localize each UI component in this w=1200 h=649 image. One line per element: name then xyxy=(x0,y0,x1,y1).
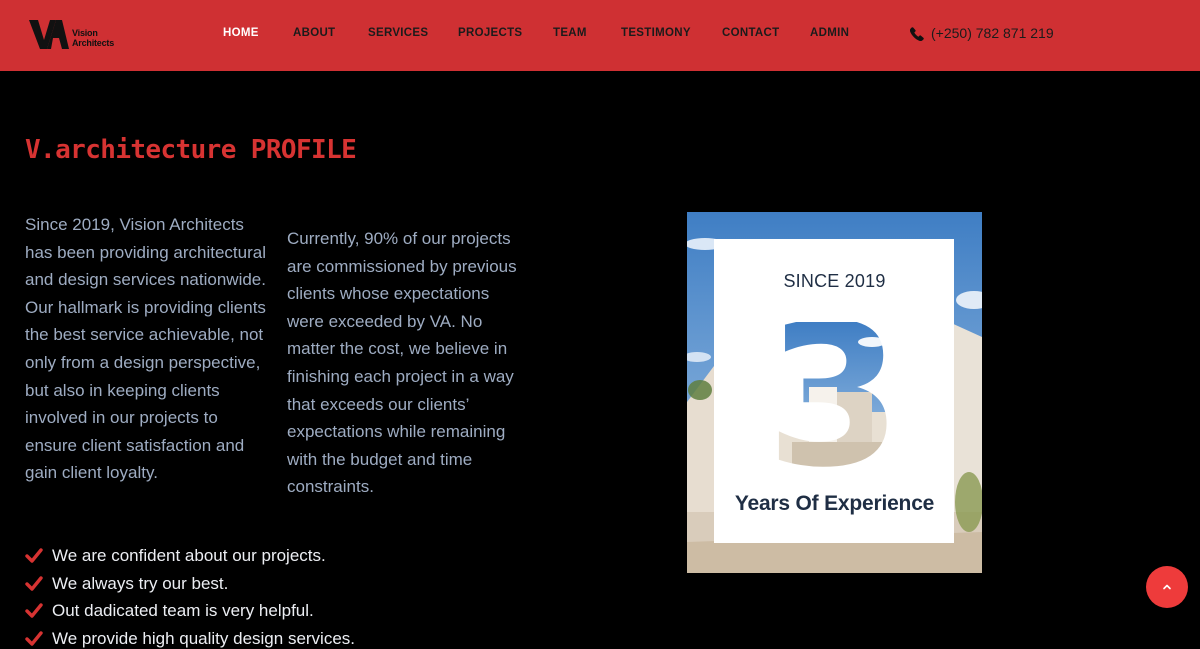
checklist-text: Out dadicated team is very helpful. xyxy=(52,601,314,621)
scroll-to-top-button[interactable] xyxy=(1146,566,1188,608)
check-icon xyxy=(25,631,43,646)
brand-name: Vision Architects xyxy=(72,28,114,48)
nav-item-projects[interactable]: PROJECTS xyxy=(458,27,522,39)
brand-line-1: Vision xyxy=(72,28,98,38)
nav-item-admin[interactable]: ADMIN xyxy=(810,27,849,39)
nav-item-contact[interactable]: CONTACT xyxy=(722,27,779,39)
va-logo-mark-icon xyxy=(29,20,69,49)
experience-card: 3 SINCE 2019 Years Of Experience xyxy=(687,212,982,573)
phone-number: (+250) 782 871 219 xyxy=(931,25,1054,41)
checklist-item: We are confident about our projects. xyxy=(25,542,355,570)
brand-logo[interactable]: Vision Architects xyxy=(29,18,129,54)
check-icon xyxy=(25,548,43,563)
nav-item-home[interactable]: HOME xyxy=(223,27,259,39)
building-photo: 3 xyxy=(687,212,982,573)
checklist-text: We are confident about our projects. xyxy=(52,546,326,565)
checklist-text: We provide high quality design services. xyxy=(52,628,356,648)
experience-since: SINCE 2019 xyxy=(783,271,886,291)
profile-paragraph-1: Since 2019, Vision Architects has been p… xyxy=(25,215,266,483)
nav-item-about[interactable]: ABOUT xyxy=(293,27,335,39)
profile-title: V.architecture PROFILE xyxy=(25,135,357,165)
chevron-up-icon xyxy=(1163,584,1171,590)
check-icon xyxy=(25,575,43,591)
profile-paragraph-2: Currently, 90% of our projects are commi… xyxy=(287,229,517,497)
checklist-item: We always try our best. xyxy=(25,570,355,598)
feature-checklist: We are confident about our projects. We … xyxy=(25,542,355,649)
brand-line-2: Architects xyxy=(72,38,115,48)
experience-label: Years Of Experience xyxy=(734,492,935,515)
nav-item-testimony[interactable]: TESTIMONY xyxy=(621,27,691,39)
phone-icon xyxy=(910,27,924,41)
checklist-item: Out dadicated team is very helpful. xyxy=(25,597,355,625)
nav-item-services[interactable]: SERVICES xyxy=(368,27,428,39)
nav-item-team[interactable]: TEAM xyxy=(553,27,587,39)
checklist-item: We provide high quality design services. xyxy=(25,625,355,649)
check-icon xyxy=(25,603,43,618)
top-navbar: Vision Architects HOME ABOUT SERVICES PR… xyxy=(0,0,1200,71)
checklist-text: We always try our best. xyxy=(52,573,229,593)
